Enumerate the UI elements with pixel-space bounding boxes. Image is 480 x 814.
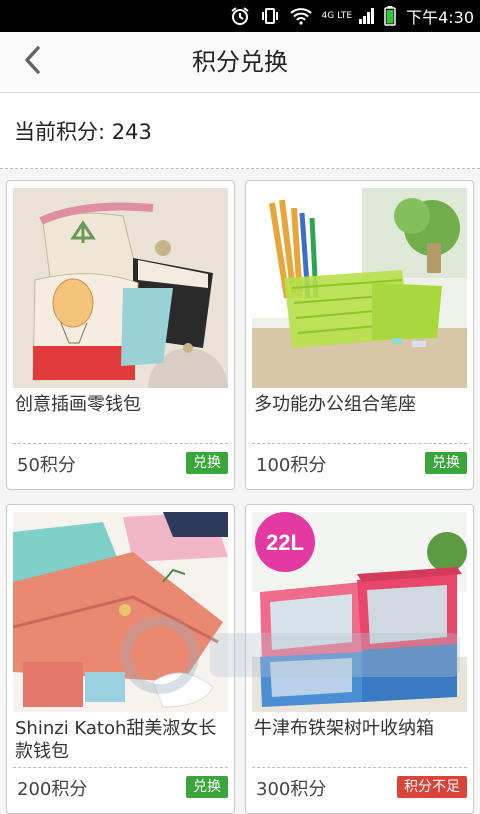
product-name: 创意插画零钱包 (15, 394, 141, 415)
network-type-label: 4G LTE (321, 11, 353, 21)
product-card[interactable]: Shinzi Katoh甜美淑女长款钱包 200积分 兑换 (6, 504, 235, 814)
page-title: 积分兑换 (192, 48, 288, 76)
card-divider (252, 443, 467, 444)
product-price: 50积分 (17, 455, 76, 476)
redeem-button[interactable]: 兑换 (186, 776, 228, 798)
card-divider (252, 767, 467, 768)
redeem-button[interactable]: 兑换 (425, 452, 467, 474)
wifi-icon (289, 7, 312, 25)
product-name: 牛津布铁架树叶收纳箱 (254, 718, 434, 739)
product-price: 100积分 (256, 455, 327, 476)
product-price: 200积分 (17, 779, 88, 800)
vibrate-icon (260, 6, 280, 26)
product-price: 300积分 (256, 779, 327, 800)
current-points: 当前积分: 243 (0, 93, 480, 169)
product-name: Shinzi Katoh甜美淑女长款钱包 (15, 718, 217, 762)
app-header: 积分兑换 (0, 32, 480, 93)
redeem-button[interactable]: 兑换 (186, 452, 228, 474)
status-time: 下午4:30 (406, 8, 474, 27)
alarm-icon (230, 6, 250, 26)
product-name: 多功能办公组合笔座 (254, 394, 416, 415)
battery-icon (384, 6, 396, 26)
signal-icon (358, 8, 375, 24)
product-image-storage-box: 22L (252, 512, 467, 712)
product-image-wallet (13, 512, 228, 712)
product-card[interactable]: 创意插画零钱包 50积分 兑换 (6, 180, 235, 490)
insufficient-points-button[interactable]: 积分不足 (397, 776, 467, 798)
product-card[interactable]: 多功能办公组合笔座 100积分 兑换 (245, 180, 474, 490)
card-divider (13, 443, 228, 444)
current-points-text: 当前积分: 243 (14, 119, 152, 144)
product-card[interactable]: 22L 牛津布铁架树叶收纳箱 300积分 积分不足 (245, 504, 474, 814)
status-bar: 4G LTE 下午4:30 (0, 0, 480, 32)
product-image-coin-purse (13, 188, 228, 388)
card-divider (13, 767, 228, 768)
product-image-pen-holder (252, 188, 467, 388)
product-grid: 创意插画零钱包 50积分 兑换 多功能办公组合笔座 100积分 兑换 Shinz… (6, 180, 474, 814)
capacity-badge: 22L (266, 530, 304, 555)
